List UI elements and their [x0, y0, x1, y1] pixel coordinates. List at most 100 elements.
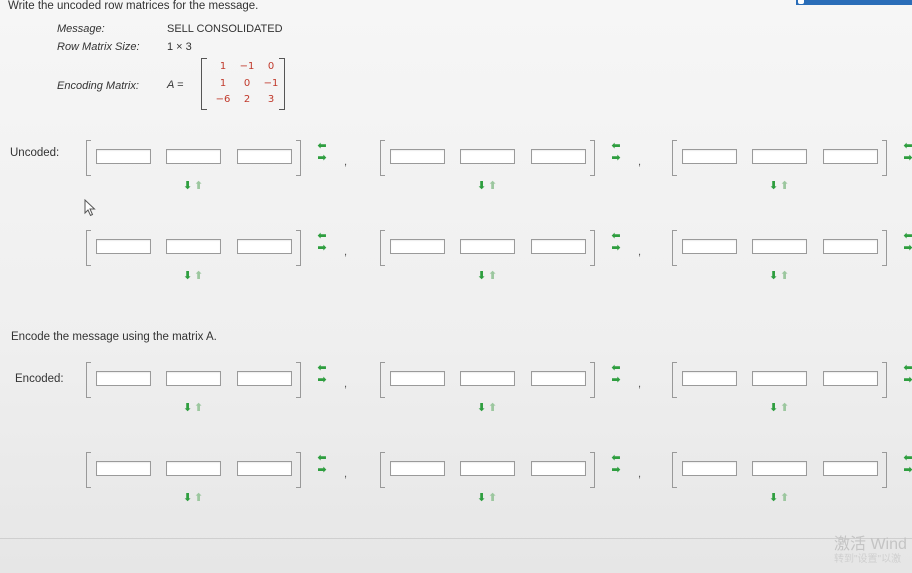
add-row-arrow-icon[interactable]: ⬇ — [183, 180, 192, 192]
encoded-entry-field[interactable] — [166, 461, 221, 476]
uncoded-entry-field[interactable] — [682, 149, 737, 164]
uncoded-entry-field[interactable] — [460, 149, 515, 164]
uncoded-entry-field[interactable] — [166, 149, 221, 164]
remove-column-arrow-icon[interactable]: ⬅ — [316, 363, 328, 374]
right-bracket — [882, 452, 887, 488]
uncoded-row-matrix: ⬅ ➡, ⬇ ⬆ — [380, 140, 641, 192]
add-row-arrow-icon[interactable]: ⬇ — [769, 180, 778, 192]
add-column-arrow-icon[interactable]: ➡ — [316, 153, 328, 164]
add-column-arrow-icon[interactable]: ➡ — [902, 243, 912, 254]
message-label: Message: — [57, 23, 105, 35]
uncoded-row-matrix: ⬅ ➡, ⬇ ⬆ — [380, 230, 641, 282]
add-column-arrow-icon[interactable]: ➡ — [316, 465, 328, 476]
encoded-entry-field[interactable] — [823, 371, 878, 386]
left-bracket — [380, 230, 385, 266]
add-column-arrow-icon[interactable]: ➡ — [610, 375, 622, 386]
encoded-entry-field[interactable] — [752, 371, 807, 386]
remove-row-arrow-icon[interactable]: ⬆ — [488, 492, 497, 504]
remove-row-arrow-icon[interactable]: ⬆ — [780, 492, 789, 504]
encoded-entry-field[interactable] — [531, 371, 586, 386]
remove-row-arrow-icon[interactable]: ⬆ — [488, 402, 497, 414]
remove-column-arrow-icon[interactable]: ⬅ — [316, 141, 328, 152]
encoding-matrix: 1 −1 0 1 0 −1 −6 2 3 — [201, 58, 285, 110]
add-column-arrow-icon[interactable]: ➡ — [902, 465, 912, 476]
remove-row-arrow-icon[interactable]: ⬆ — [780, 270, 789, 282]
encoded-entry-field[interactable] — [531, 461, 586, 476]
remove-column-arrow-icon[interactable]: ⬅ — [610, 231, 622, 242]
add-row-arrow-icon[interactable]: ⬇ — [769, 402, 778, 414]
remove-column-arrow-icon[interactable]: ⬅ — [902, 231, 912, 242]
add-row-arrow-icon[interactable]: ⬇ — [769, 492, 778, 504]
window-menu-icon[interactable] — [798, 0, 804, 4]
add-column-arrow-icon[interactable]: ➡ — [610, 465, 622, 476]
remove-column-arrow-icon[interactable]: ⬅ — [610, 363, 622, 374]
encoded-row-matrix: ⬅ ➡ ⬇ ⬆ — [672, 452, 912, 504]
left-bracket — [672, 452, 677, 488]
encoded-entry-field[interactable] — [96, 461, 151, 476]
encoded-row-matrix: ⬅ ➡, ⬇ ⬆ — [380, 452, 641, 504]
left-bracket — [86, 140, 91, 176]
uncoded-entry-field[interactable] — [460, 239, 515, 254]
add-row-arrow-icon[interactable]: ⬇ — [183, 402, 192, 414]
remove-row-arrow-icon[interactable]: ⬆ — [194, 270, 203, 282]
add-column-arrow-icon[interactable]: ➡ — [316, 375, 328, 386]
add-row-arrow-icon[interactable]: ⬇ — [477, 402, 486, 414]
uncoded-entry-field[interactable] — [752, 239, 807, 254]
uncoded-entry-field[interactable] — [390, 239, 445, 254]
uncoded-entry-field[interactable] — [531, 239, 586, 254]
remove-row-arrow-icon[interactable]: ⬆ — [488, 270, 497, 282]
add-row-arrow-icon[interactable]: ⬇ — [477, 180, 486, 192]
remove-column-arrow-icon[interactable]: ⬅ — [902, 453, 912, 464]
encoded-entry-field[interactable] — [752, 461, 807, 476]
uncoded-entry-field[interactable] — [96, 239, 151, 254]
uncoded-entry-field[interactable] — [823, 149, 878, 164]
add-row-arrow-icon[interactable]: ⬇ — [477, 492, 486, 504]
add-column-arrow-icon[interactable]: ➡ — [316, 243, 328, 254]
remove-column-arrow-icon[interactable]: ⬅ — [902, 141, 912, 152]
uncoded-row-matrix: ⬅ ➡ ⬇ ⬆ — [672, 230, 912, 282]
uncoded-entry-field[interactable] — [237, 239, 292, 254]
remove-column-arrow-icon[interactable]: ⬅ — [610, 453, 622, 464]
encoded-entry-field[interactable] — [390, 461, 445, 476]
remove-column-arrow-icon[interactable]: ⬅ — [316, 453, 328, 464]
remove-row-arrow-icon[interactable]: ⬆ — [780, 180, 789, 192]
uncoded-entry-field[interactable] — [96, 149, 151, 164]
remove-column-arrow-icon[interactable]: ⬅ — [316, 231, 328, 242]
encoded-row-matrix: ⬅ ➡, ⬇ ⬆ — [86, 362, 347, 414]
add-column-arrow-icon[interactable]: ➡ — [610, 153, 622, 164]
remove-row-arrow-icon[interactable]: ⬆ — [780, 402, 789, 414]
remove-column-arrow-icon[interactable]: ⬅ — [902, 363, 912, 374]
remove-row-arrow-icon[interactable]: ⬆ — [194, 180, 203, 192]
remove-row-arrow-icon[interactable]: ⬆ — [488, 180, 497, 192]
add-row-arrow-icon[interactable]: ⬇ — [477, 270, 486, 282]
encoded-entry-field[interactable] — [166, 371, 221, 386]
uncoded-entry-field[interactable] — [752, 149, 807, 164]
add-row-arrow-icon[interactable]: ⬇ — [183, 492, 192, 504]
encoded-entry-field[interactable] — [682, 461, 737, 476]
matrix-cell: 3 — [267, 94, 275, 105]
add-column-arrow-icon[interactable]: ➡ — [902, 153, 912, 164]
add-column-arrow-icon[interactable]: ➡ — [610, 243, 622, 254]
encoded-entry-field[interactable] — [96, 371, 151, 386]
matrix-separator: , — [638, 156, 642, 168]
remove-row-arrow-icon[interactable]: ⬆ — [194, 402, 203, 414]
add-row-arrow-icon[interactable]: ⬇ — [183, 270, 192, 282]
encoded-entry-field[interactable] — [823, 461, 878, 476]
uncoded-entry-field[interactable] — [682, 239, 737, 254]
uncoded-entry-field[interactable] — [166, 239, 221, 254]
remove-column-arrow-icon[interactable]: ⬅ — [610, 141, 622, 152]
remove-row-arrow-icon[interactable]: ⬆ — [194, 492, 203, 504]
encoded-entry-field[interactable] — [390, 371, 445, 386]
row-size-value: 1 × 3 — [167, 41, 192, 53]
add-column-arrow-icon[interactable]: ➡ — [902, 375, 912, 386]
uncoded-entry-field[interactable] — [823, 239, 878, 254]
encoded-entry-field[interactable] — [460, 461, 515, 476]
encoded-entry-field[interactable] — [682, 371, 737, 386]
encoded-entry-field[interactable] — [460, 371, 515, 386]
encoded-entry-field[interactable] — [237, 371, 292, 386]
uncoded-entry-field[interactable] — [390, 149, 445, 164]
encoded-entry-field[interactable] — [237, 461, 292, 476]
add-row-arrow-icon[interactable]: ⬇ — [769, 270, 778, 282]
uncoded-entry-field[interactable] — [237, 149, 292, 164]
uncoded-entry-field[interactable] — [531, 149, 586, 164]
